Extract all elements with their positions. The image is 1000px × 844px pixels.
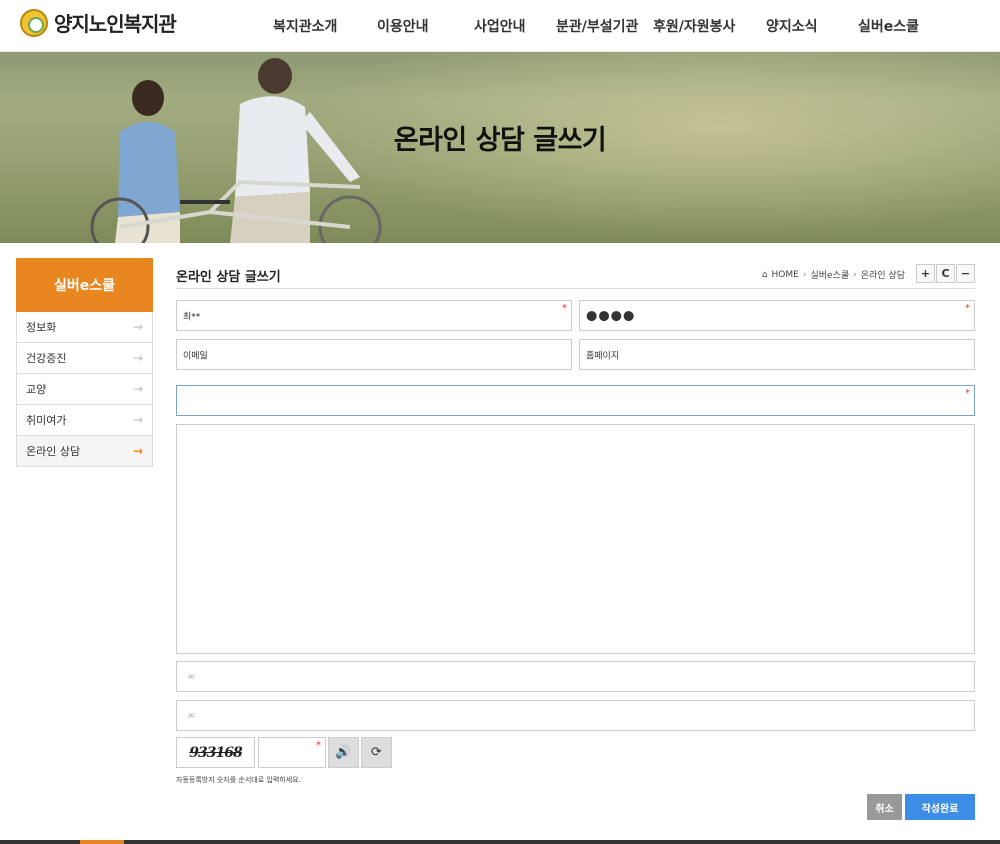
speaker-icon: 🔊 — [335, 745, 352, 760]
sidebar-title: 실버e스쿨 — [16, 258, 153, 312]
arrow-right-icon: → — [132, 320, 143, 334]
sidebar-item-hobby[interactable]: 취미여가 → — [16, 405, 153, 436]
captcha-input[interactable]: * — [258, 737, 326, 768]
sidebar-item-counsel[interactable]: 온라인 상담 → — [16, 436, 153, 467]
reset-zoom-button[interactable]: C — [936, 264, 955, 283]
content-textarea[interactable] — [176, 424, 975, 654]
sidebar-item-label: 교양 — [26, 383, 47, 396]
nav-item-about[interactable]: 복지관소개 — [273, 16, 337, 36]
sidebar-item-label: 정보화 — [26, 321, 57, 334]
sidebar-item-label: 취미여가 — [26, 414, 67, 427]
nav-item-guide[interactable]: 이용안내 — [377, 16, 429, 36]
link2-field[interactable]: ∞ — [176, 700, 975, 731]
breadcrumb: ⌂ HOME › 실버e스쿨 › 온라인 상담 — [761, 268, 905, 282]
banner-title: 온라인 상담 글쓰기 — [393, 125, 607, 156]
name-value: 최** — [183, 312, 201, 322]
required-mark: * — [965, 303, 970, 314]
home-icon: ⌂ — [761, 269, 768, 280]
nav-item-support[interactable]: 후원/자원봉사 — [653, 16, 735, 36]
content-area: 온라인 상담 글쓰기 ⌂ HOME › 실버e스쿨 › 온라인 상담 + C − — [176, 258, 975, 289]
password-field[interactable]: ●●●● * — [579, 300, 975, 331]
site-header: 양지노인복지관 복지관소개 이용안내 사업안내 분관/부설기관 후원/자원봉사 … — [0, 0, 1000, 52]
arrow-right-icon: → — [132, 351, 143, 365]
captcha-image: 933168 — [176, 737, 255, 768]
nav-item-branches[interactable]: 분관/부설기관 — [556, 16, 638, 36]
arrow-right-icon: → — [132, 444, 143, 458]
homepage-placeholder: 홈페이지 — [586, 351, 620, 361]
breadcrumb-section[interactable]: 실버e스쿨 — [810, 268, 849, 281]
link-icon: ∞ — [187, 671, 196, 682]
page-banner: 온라인 상담 글쓰기 — [0, 52, 1000, 243]
main-nav: 복지관소개 이용안내 사업안내 분관/부설기관 후원/자원봉사 양지소식 실버e… — [0, 16, 1000, 36]
content-header: 온라인 상담 글쓰기 ⌂ HOME › 실버e스쿨 › 온라인 상담 + C − — [176, 258, 975, 289]
page-title: 온라인 상담 글쓰기 — [176, 270, 281, 285]
zoom-out-button[interactable]: − — [956, 264, 975, 283]
captcha-audio-button[interactable]: 🔊 — [328, 737, 359, 768]
chevron-right-icon: › — [853, 269, 857, 280]
required-mark: * — [965, 388, 970, 399]
captcha-help-text: 자동등록방지 숫자를 순서대로 입력하세요. — [176, 776, 301, 784]
arrow-right-icon: → — [132, 382, 143, 396]
sidebar: 실버e스쿨 정보화 → 건강증진 → 교양 → 취미여가 → 온라인 상담 → — [16, 258, 153, 467]
nav-item-eschool[interactable]: 실버e스쿨 — [858, 16, 919, 36]
sidebar-item-culture[interactable]: 교양 → — [16, 374, 153, 405]
link-icon: ∞ — [187, 710, 196, 721]
homepage-field[interactable]: 홈페이지 — [579, 339, 975, 370]
sidebar-item-it[interactable]: 정보화 → — [16, 312, 153, 343]
email-field[interactable]: 이메일 — [176, 339, 572, 370]
captcha-refresh-button[interactable]: ⟳ — [361, 737, 392, 768]
page-tools: + C − — [916, 264, 975, 283]
breadcrumb-current[interactable]: 온라인 상담 — [861, 268, 905, 281]
nav-item-news[interactable]: 양지소식 — [766, 16, 818, 36]
submit-button[interactable]: 작성완료 — [905, 794, 975, 820]
chevron-right-icon: › — [802, 269, 807, 280]
link1-field[interactable]: ∞ — [176, 661, 975, 692]
email-placeholder: 이메일 — [183, 351, 208, 361]
subject-field[interactable]: * — [176, 385, 975, 416]
arrow-right-icon: → — [132, 413, 143, 427]
sidebar-item-health[interactable]: 건강증진 → — [16, 343, 153, 374]
refresh-icon: ⟳ — [371, 745, 382, 760]
required-mark: * — [316, 740, 321, 751]
required-mark: * — [562, 303, 567, 314]
name-field[interactable]: 최** * — [176, 300, 572, 331]
nav-item-business[interactable]: 사업안내 — [474, 16, 526, 36]
footer-bar — [0, 840, 1000, 844]
zoom-in-button[interactable]: + — [916, 264, 935, 283]
sidebar-item-label: 온라인 상담 — [26, 445, 81, 458]
password-value: ●●●● — [586, 308, 636, 323]
breadcrumb-home[interactable]: HOME — [772, 270, 799, 280]
cancel-button[interactable]: 취소 — [867, 794, 902, 820]
sidebar-item-label: 건강증진 — [26, 352, 67, 365]
